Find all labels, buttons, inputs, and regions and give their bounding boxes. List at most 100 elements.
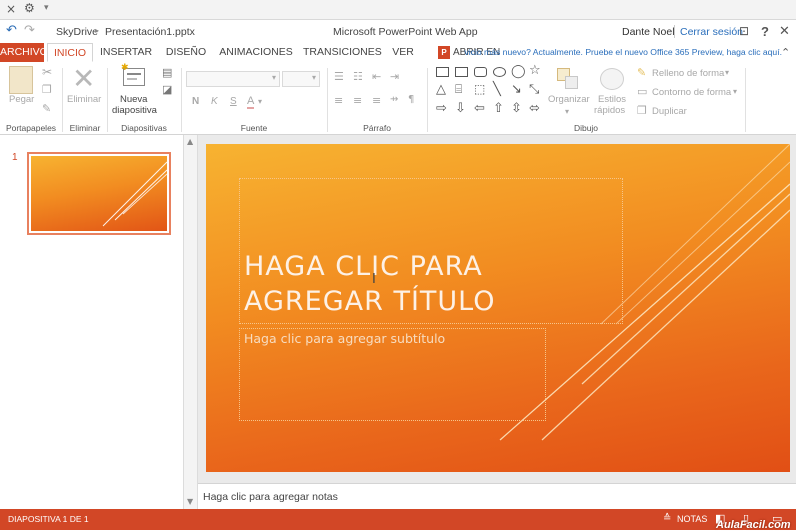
redo-icon[interactable]: ↷ bbox=[24, 23, 35, 38]
group-label-drawing: Dibujo bbox=[573, 123, 599, 133]
star-shape-icon[interactable]: ☆ bbox=[529, 63, 541, 78]
breadcrumb-root[interactable]: SkyDrive bbox=[56, 26, 98, 38]
align-center-icon[interactable]: ≡ bbox=[353, 94, 362, 107]
cylinder-shape-icon[interactable]: ⌸ bbox=[455, 82, 462, 97]
font-name-select[interactable]: ▾ bbox=[186, 71, 280, 87]
app-title: Microsoft PowerPoint Web App bbox=[333, 26, 478, 38]
duplicate-icon[interactable]: ❐ bbox=[637, 104, 647, 117]
new-slide-button-line2[interactable]: diapositiva bbox=[112, 105, 157, 116]
scroll-up-icon[interactable]: ▲ bbox=[187, 137, 193, 146]
double-arrow-shape-icon[interactable]: ⤡ bbox=[529, 82, 539, 97]
italic-button[interactable]: K bbox=[211, 96, 218, 107]
slide-thumbnail-image bbox=[31, 156, 167, 231]
scroll-down-icon[interactable]: ▼ bbox=[187, 497, 193, 506]
cut-icon[interactable]: ✂ bbox=[42, 65, 52, 79]
paste-button[interactable]: Pegar bbox=[9, 94, 34, 105]
app-menu-icon[interactable]: ⚙ bbox=[24, 1, 35, 15]
slide-counter: DIAPOSITIVA 1 DE 1 bbox=[8, 514, 89, 524]
notes-icon[interactable]: ≙ bbox=[663, 513, 671, 524]
callout-shape-icon[interactable]: ◯ bbox=[511, 64, 526, 79]
layout-icon[interactable]: ▤ bbox=[162, 66, 172, 79]
undo-icon[interactable]: ↶ bbox=[6, 23, 17, 38]
file-name[interactable]: Presentación1.pptx bbox=[105, 26, 195, 38]
underline-button[interactable]: S bbox=[230, 96, 237, 107]
chevron-down-icon[interactable]: ▾ bbox=[258, 97, 262, 106]
slide[interactable]: HAGA CLIC PARA AGREGAR TÍTULO I Haga cli… bbox=[206, 144, 790, 472]
new-slide-button[interactable]: Nueva bbox=[120, 94, 147, 105]
group-label-delete: Eliminar bbox=[69, 123, 101, 133]
chevron-down-icon[interactable]: ▾ bbox=[565, 107, 569, 116]
slide-subtitle[interactable]: Haga clic para agregar subtítulo bbox=[244, 331, 445, 346]
ltr-icon[interactable]: ⇸ bbox=[390, 94, 398, 105]
preview-notice[interactable]: ¿Desea usar el servicio más nuevo? Actua… bbox=[464, 47, 782, 59]
tab-transiciones[interactable]: TRANSICIONES bbox=[303, 43, 382, 62]
cube-shape-icon[interactable]: ⬚ bbox=[474, 82, 485, 96]
numbering-icon[interactable]: ☷ bbox=[353, 70, 363, 83]
chevron-down-icon[interactable]: ▾ bbox=[733, 87, 737, 96]
group-label-font: Fuente bbox=[240, 123, 268, 133]
lock-icon[interactable]: ⊡ bbox=[739, 24, 749, 38]
close-button[interactable]: ✕ bbox=[779, 23, 790, 39]
tab-diseno[interactable]: DISEÑO bbox=[163, 43, 209, 62]
delete-button[interactable]: Eliminar bbox=[67, 94, 101, 105]
copy-icon[interactable]: ❐ bbox=[42, 83, 52, 96]
rectangle-shape-icon[interactable] bbox=[455, 67, 468, 77]
group-label-clipboard: Portapapeles bbox=[5, 123, 57, 133]
title-bar: ↶ ↷ SkyDrive ▸ Presentación1.pptx Micros… bbox=[0, 20, 796, 43]
triangle-shape-icon[interactable]: △ bbox=[436, 82, 446, 97]
notes-toggle[interactable]: NOTAS bbox=[677, 514, 707, 524]
format-painter-icon[interactable]: ✎ bbox=[42, 102, 51, 115]
textbox-shape-icon[interactable] bbox=[436, 67, 449, 77]
left-right-arrow-shape-icon[interactable]: ⬄ bbox=[529, 101, 540, 116]
font-color-button[interactable]: A bbox=[247, 95, 255, 109]
quick-styles-button-line2[interactable]: rápidos bbox=[594, 105, 625, 116]
chevron-down-icon[interactable]: ▾ bbox=[44, 3, 49, 13]
help-button[interactable]: ? bbox=[761, 24, 769, 39]
chevron-down-icon[interactable]: ▾ bbox=[725, 68, 729, 77]
slide-thumbnail[interactable] bbox=[27, 152, 171, 235]
rtl-icon[interactable]: ¶ bbox=[408, 94, 414, 105]
powerpoint-icon: P bbox=[438, 46, 450, 59]
line-shape-icon[interactable]: ╲ bbox=[493, 82, 501, 97]
arrow-line-shape-icon[interactable]: ↘ bbox=[511, 82, 522, 97]
oval-shape-icon[interactable] bbox=[493, 67, 506, 77]
align-right-icon[interactable]: ≡ bbox=[372, 94, 381, 107]
close-icon[interactable]: × bbox=[6, 2, 16, 16]
bullets-icon[interactable]: ☰ bbox=[334, 70, 344, 83]
notes-placeholder[interactable]: Haga clic para agregar notas bbox=[203, 491, 338, 503]
up-down-arrow-shape-icon[interactable]: ⇳ bbox=[511, 101, 522, 116]
user-name[interactable]: Dante Noel bbox=[622, 26, 675, 38]
duplicate-button[interactable]: Duplicar bbox=[652, 106, 687, 117]
tab-insertar[interactable]: INSERTAR bbox=[98, 43, 154, 62]
shape-fill-button[interactable]: Relleno de forma bbox=[652, 68, 724, 79]
group-separator bbox=[745, 68, 746, 132]
tab-animaciones[interactable]: ANIMACIONES bbox=[218, 43, 294, 62]
left-arrow-shape-icon[interactable]: ⇦ bbox=[474, 101, 485, 116]
decrease-indent-icon[interactable]: ⇤ bbox=[372, 70, 381, 83]
organize-button[interactable]: Organizar bbox=[548, 94, 590, 105]
right-arrow-shape-icon[interactable]: ⇨ bbox=[436, 101, 447, 116]
notes-pane[interactable]: Haga clic para agregar notas bbox=[198, 483, 796, 509]
increase-indent-icon[interactable]: ⇥ bbox=[390, 70, 399, 83]
shape-outline-button[interactable]: Contorno de forma bbox=[652, 87, 731, 98]
tab-inicio[interactable]: INICIO bbox=[47, 43, 93, 62]
up-arrow-shape-icon[interactable]: ⇧ bbox=[493, 101, 504, 116]
thumbnail-scrollbar[interactable]: ▲ ▼ bbox=[184, 135, 198, 509]
collapse-ribbon-icon[interactable]: ⌃ bbox=[781, 46, 790, 59]
font-size-select[interactable]: ▾ bbox=[282, 71, 320, 87]
tab-archivo[interactable]: ARCHIVO bbox=[0, 43, 48, 62]
tab-ver[interactable]: VER bbox=[388, 43, 418, 62]
sign-out-link[interactable]: Cerrar sesión bbox=[680, 26, 743, 38]
slide-title[interactable]: HAGA CLIC PARA AGREGAR TÍTULO bbox=[244, 249, 496, 319]
align-left-icon[interactable]: ≡ bbox=[334, 94, 343, 107]
shape-outline-icon[interactable]: ▭ bbox=[637, 85, 647, 98]
rounded-rectangle-shape-icon[interactable] bbox=[474, 67, 487, 77]
quick-access-strip: × ⚙ ▾ bbox=[0, 0, 796, 20]
quick-styles-button[interactable]: Estilos bbox=[598, 94, 626, 105]
shape-fill-icon[interactable]: ✎ bbox=[637, 66, 646, 79]
bold-button[interactable]: N bbox=[192, 96, 199, 107]
slide-thumbnails-pane: 1 bbox=[0, 135, 184, 509]
hide-slide-icon[interactable]: ◪ bbox=[162, 83, 172, 96]
down-arrow-shape-icon[interactable]: ⇩ bbox=[455, 101, 466, 116]
slide-title-line2: AGREGAR TÍTULO bbox=[244, 286, 496, 317]
